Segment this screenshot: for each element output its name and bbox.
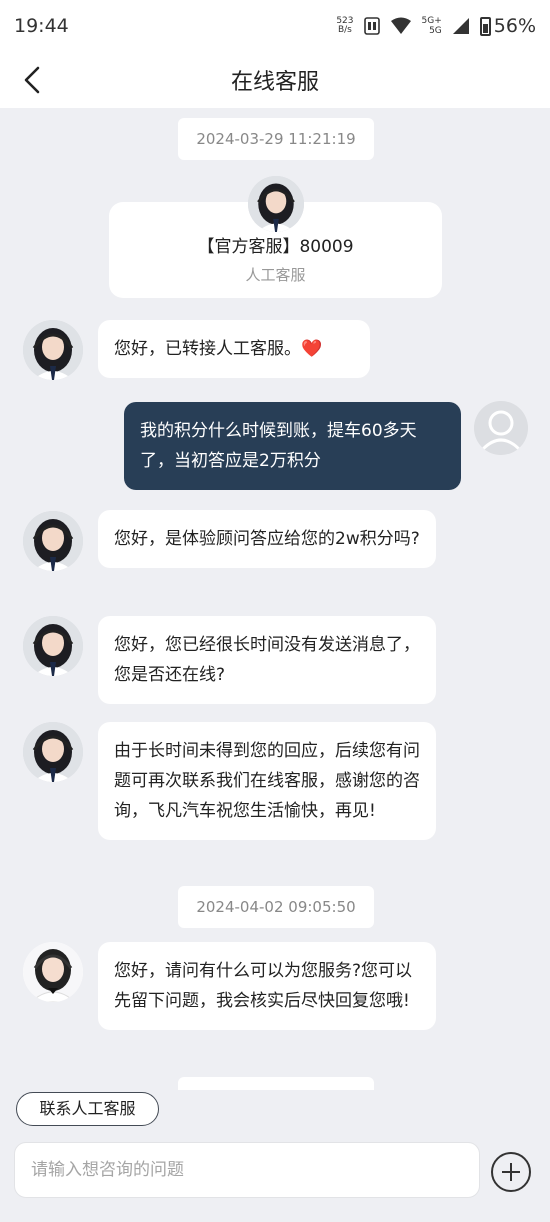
agent-message: 您好，是体验顾问答应给您的2w积分吗?	[98, 510, 436, 568]
bot-avatar	[23, 942, 83, 1002]
input-bar	[0, 1138, 550, 1222]
agent-avatar	[248, 176, 304, 232]
agent-message: 由于长时间未得到您的回应，后续您有问题可再次联系我们在线客服，感谢您的咨询，飞凡…	[98, 722, 436, 840]
net-speed: 523 B/s	[336, 17, 353, 35]
agent-name: 【官方客服】80009	[197, 237, 354, 257]
user-avatar	[474, 401, 528, 455]
sim-icon	[363, 17, 380, 35]
status-icons: 523 B/s 5G+ 5G 56%	[336, 15, 536, 37]
network-type-bottom: 5G	[429, 26, 442, 36]
page-title: 在线客服	[230, 70, 319, 95]
network-type: 5G+ 5G	[422, 16, 442, 36]
user-message: 我的积分什么时候到账，提车60多天了，当初答应是2万积分	[124, 402, 461, 490]
agent-message: 您好，已转接人工客服。❤️	[98, 320, 370, 378]
default-user-icon	[474, 401, 528, 455]
battery-icon	[479, 16, 491, 36]
status-bar: 19:44 523 B/s 5G+ 5G 56%	[0, 0, 550, 52]
net-speed-unit: B/s	[337, 25, 352, 35]
chat-area[interactable]: 2024-03-29 11:21:19 【官方客服】80009 人工客服 您好，…	[0, 108, 550, 1090]
timestamp-chip-partial	[178, 1077, 374, 1090]
status-time: 19:44	[14, 15, 69, 37]
agent-avatar	[23, 722, 83, 782]
network-type-top: 5G+	[421, 16, 442, 26]
agent-avatar	[23, 616, 83, 676]
battery-percent: 56%	[493, 15, 536, 37]
nav-bar: 在线客服	[0, 52, 550, 108]
wifi-icon	[390, 17, 411, 34]
agent-avatar	[23, 320, 83, 380]
agent-message: 您好，您已经很长时间没有发送消息了，您是否还在线?	[98, 616, 436, 704]
agent-role: 人工客服	[245, 266, 306, 284]
timestamp-chip: 2024-04-02 09:05:50	[178, 886, 374, 928]
chevron-left-icon	[24, 66, 40, 94]
bot-message: 您好，请问有什么可以为您服务?您可以先留下问题，我会核实后尽快回复您哦!	[98, 942, 436, 1030]
cellular-signal-icon	[452, 18, 469, 34]
battery: 56%	[479, 15, 536, 37]
message-input[interactable]	[14, 1142, 480, 1198]
agent-avatar	[23, 511, 83, 571]
back-button[interactable]	[20, 64, 48, 96]
contact-human-agent-button[interactable]: 联系人工客服	[16, 1092, 159, 1126]
timestamp-chip: 2024-03-29 11:21:19	[178, 118, 374, 160]
add-button[interactable]	[491, 1152, 531, 1192]
